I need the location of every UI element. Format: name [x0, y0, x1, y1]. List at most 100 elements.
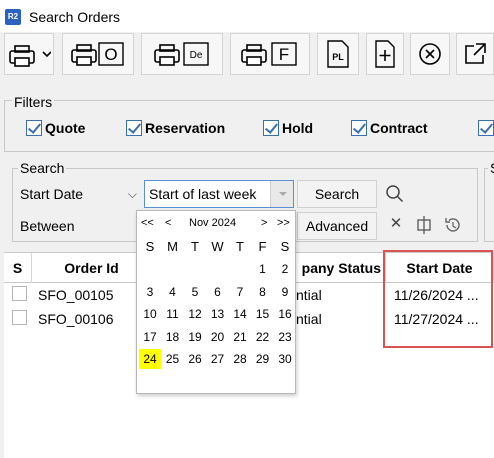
- calendar-day[interactable]: 9: [274, 282, 296, 302]
- print-order-badge: O: [104, 45, 117, 64]
- cancel-button[interactable]: [410, 33, 450, 75]
- window-title: Search Orders: [29, 9, 121, 25]
- filter-contract-label: Contract: [370, 120, 428, 136]
- history-button[interactable]: [443, 214, 463, 236]
- print-f-icon: F: [241, 42, 297, 66]
- calendar-day[interactable]: 10: [139, 304, 161, 324]
- prev-year-button[interactable]: <<: [141, 217, 154, 229]
- right-group: [484, 168, 494, 242]
- filter-hold-checkbox[interactable]: Hold: [263, 120, 313, 136]
- history-icon: [445, 218, 460, 232]
- weekday-label: S: [280, 239, 290, 254]
- calendar-day[interactable]: 12: [184, 304, 206, 324]
- prev-month-button[interactable]: <: [165, 217, 171, 229]
- print-order-icon: O: [71, 42, 124, 66]
- calendar-day[interactable]: 11: [162, 304, 184, 324]
- next-year-button[interactable]: >>: [277, 217, 290, 229]
- calendar-day[interactable]: 8: [252, 282, 274, 302]
- print-delivery-badge: De: [190, 50, 203, 61]
- calendar-day[interactable]: 29: [252, 349, 274, 369]
- status-cell: ntial: [296, 287, 322, 303]
- next-month-button[interactable]: >: [261, 217, 267, 229]
- filter-quote-label: Quote: [45, 120, 86, 136]
- calendar-day[interactable]: 6: [207, 282, 229, 302]
- calendar-day[interactable]: 21: [229, 327, 251, 347]
- weekday-label: T: [191, 239, 199, 254]
- order-id-cell[interactable]: SFO_00106: [38, 308, 114, 330]
- column-header-order-id[interactable]: Order Id: [32, 253, 152, 283]
- weekday-label: S: [145, 239, 155, 254]
- calendar-day[interactable]: 5: [184, 282, 206, 302]
- search-icon: [386, 185, 404, 203]
- row-checkbox[interactable]: [12, 286, 27, 301]
- search-button[interactable]: Search: [297, 180, 377, 208]
- field-select-value: Start Date: [20, 186, 84, 202]
- calendar-day[interactable]: 7: [229, 282, 251, 302]
- calendar-day[interactable]: 25: [162, 349, 184, 369]
- print-f-badge: F: [279, 45, 289, 64]
- calendar-day[interactable]: 2: [274, 259, 296, 279]
- order-id-cell[interactable]: SFO_00105: [38, 284, 114, 306]
- calendar-day[interactable]: 13: [207, 304, 229, 324]
- checkbox-icon: [263, 120, 279, 136]
- row-checkbox[interactable]: [12, 310, 27, 325]
- weekday-label: T: [236, 239, 244, 254]
- operator-select-value: Between: [20, 218, 75, 234]
- print-button[interactable]: [4, 33, 54, 75]
- calendar-day[interactable]: 23: [274, 327, 296, 347]
- column-header-select[interactable]: S: [4, 253, 32, 283]
- filter-hold-label: Hold: [282, 120, 314, 136]
- calendar-day[interactable]: 26: [184, 349, 206, 369]
- print-delivery-icon: De: [154, 42, 209, 66]
- calendar-day[interactable]: 30: [274, 349, 296, 369]
- packing-list-button[interactable]: PL: [317, 33, 359, 75]
- search-icon-button[interactable]: [383, 183, 407, 205]
- calendar-day[interactable]: 4: [162, 282, 184, 302]
- filter-more-checkbox[interactable]: [478, 120, 494, 136]
- calendar-day[interactable]: 15: [252, 304, 274, 324]
- date-value-text: Start of last week: [149, 186, 257, 202]
- search-label: Search: [18, 160, 67, 176]
- checkbox-icon: [478, 120, 494, 136]
- date-picker-popup: << < Nov 2024 > >> S M T W T F S 1 2 3 4 5 6 7 8 9 10 11 1…: [136, 210, 296, 394]
- column-split-icon: [417, 216, 431, 234]
- print-packing-list-icon: PL: [327, 40, 349, 68]
- filter-contract-checkbox[interactable]: Contract: [351, 120, 428, 136]
- calendar-day[interactable]: 28: [229, 349, 251, 369]
- calendar-day[interactable]: 14: [229, 304, 251, 324]
- cancel-icon: [419, 43, 441, 65]
- print-f-button[interactable]: F: [230, 33, 310, 75]
- advanced-button[interactable]: Advanced: [297, 212, 377, 240]
- print-delivery-button[interactable]: De: [141, 33, 223, 75]
- calendar-day[interactable]: 1: [252, 259, 274, 279]
- calendar-day[interactable]: 3: [139, 282, 161, 302]
- filter-reservation-checkbox[interactable]: Reservation: [126, 120, 225, 136]
- column-split-button[interactable]: [414, 214, 434, 236]
- calendar-day[interactable]: 20: [207, 327, 229, 347]
- operator-select[interactable]: Between: [16, 212, 142, 240]
- clear-icon[interactable]: ✕: [386, 214, 406, 236]
- app-logo-icon: R2: [5, 9, 21, 25]
- weekday-label: F: [258, 239, 267, 254]
- calendar-day[interactable]: 19: [184, 327, 206, 347]
- calendar-day[interactable]: 17: [139, 327, 161, 347]
- calendar-day[interactable]: 24: [139, 349, 161, 369]
- packing-list-badge: PL: [332, 52, 344, 62]
- date-dropdown-button[interactable]: [270, 181, 293, 207]
- print-order-button[interactable]: O: [62, 33, 134, 75]
- filter-quote-checkbox[interactable]: Quote: [26, 120, 85, 136]
- calendar-day[interactable]: 16: [274, 304, 296, 324]
- open-external-button[interactable]: [456, 33, 494, 75]
- print-icon: [9, 45, 51, 67]
- calendar-day[interactable]: 18: [162, 327, 184, 347]
- field-select[interactable]: Start Date ⌵: [16, 180, 142, 208]
- open-external-icon: [465, 43, 486, 64]
- checkbox-icon: [26, 120, 42, 136]
- new-document-button[interactable]: [366, 33, 404, 75]
- filter-reservation-label: Reservation: [145, 120, 226, 136]
- chevron-down-icon: [279, 192, 287, 196]
- calendar-day[interactable]: 27: [207, 349, 229, 369]
- calendar-day[interactable]: 22: [252, 327, 274, 347]
- title-bar: R2 Search Orders: [0, 0, 494, 32]
- weekday-label: M: [167, 239, 178, 254]
